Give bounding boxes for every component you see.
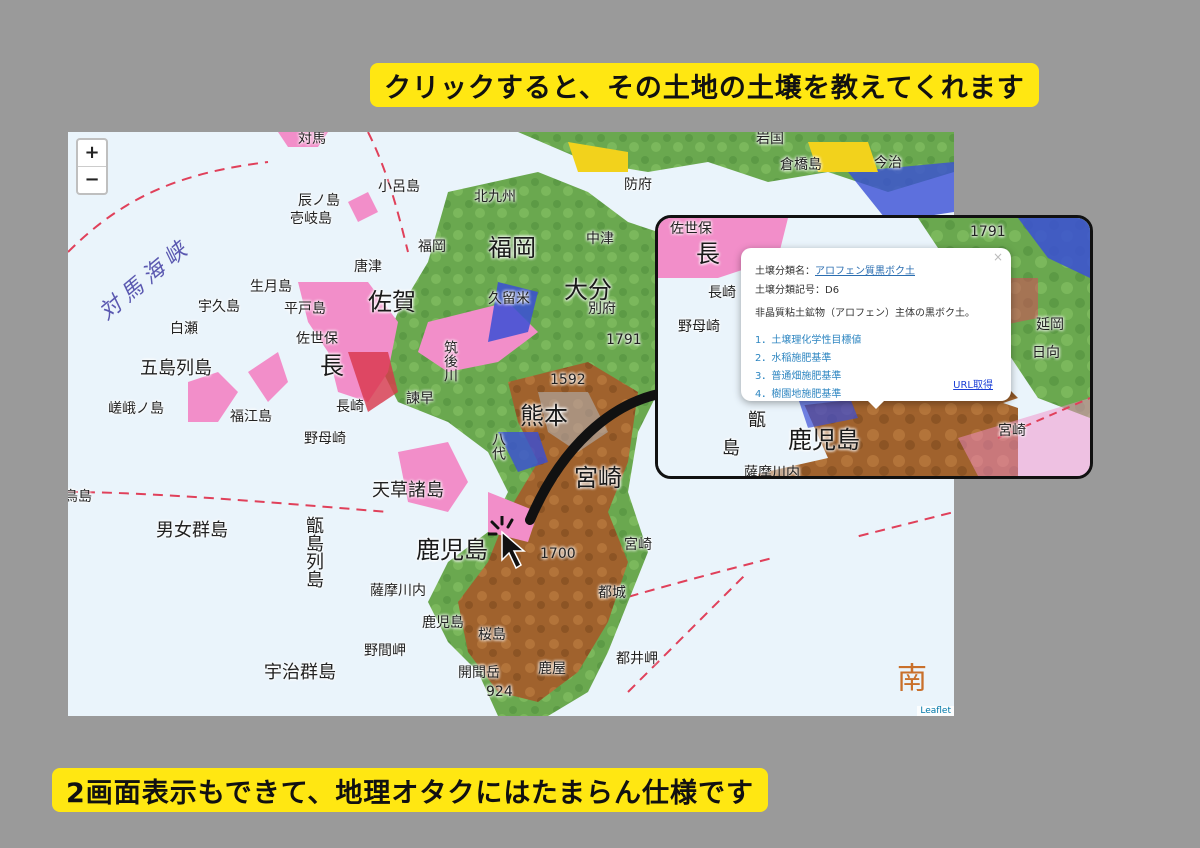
map-label-kitakyushu: 北九州	[474, 189, 516, 205]
map-label-satsumasendai: 薩摩川内	[370, 583, 426, 599]
soil-code-row: 土壌分類記号：D6	[755, 281, 999, 296]
inset-label-nagasaki-pref: 長	[696, 240, 720, 268]
map-label-saga: 佐賀	[368, 288, 416, 316]
get-url-button[interactable]: URL取得	[953, 376, 993, 391]
soil-code-label: 土壌分類記号：	[755, 285, 825, 296]
bottom-caption-banner: 2画面表示もできて、地理オタクにはたまらん仕様です	[52, 768, 769, 812]
map-label-yatsushiro: 八代	[490, 432, 506, 460]
reference-link-2[interactable]: 2．水稲施肥基準	[755, 349, 999, 364]
map-label-nakatsu: 中津	[586, 231, 614, 247]
reference-link-1[interactable]: 1．土壌理化学性目標値	[755, 331, 999, 346]
soil-name-row: 土壌分類名：アロフェン質黒ボク土	[755, 262, 999, 277]
map-label-sasebo: 佐世保	[296, 331, 338, 347]
map-label-minami: 南	[891, 662, 926, 692]
zoomed-map-inset[interactable]: 佐世保 長 長崎 野母崎 延岡 日向 甑 島 鹿児島 宮崎 薩摩川内 1791 …	[655, 215, 1093, 479]
map-label-kagoshima-pref: 鹿児島	[416, 536, 488, 564]
map-label-uji: 宇治群島	[264, 662, 336, 683]
map-label-torishima: 鳥島	[68, 489, 92, 505]
inset-label-peak-1791: 1791	[970, 224, 1006, 240]
inset-label-miyazaki: 宮崎	[998, 423, 1026, 439]
zoom-out-button[interactable]: −	[78, 166, 106, 193]
map-label-imabari: 今治	[874, 155, 902, 171]
map-label-danjo: 男女群島	[156, 520, 228, 541]
map-label-ikishima: 壱岐島	[290, 211, 332, 227]
map-label-nomozaki: 野母崎	[304, 431, 346, 447]
zoom-in-button[interactable]: +	[78, 140, 106, 166]
map-label-saganoshima: 嵯峨ノ島	[108, 401, 164, 417]
map-label-karatsu: 唐津	[354, 259, 382, 275]
map-label-kanoya: 鹿屋	[538, 661, 566, 677]
map-label-nomamisaki: 野間岬	[364, 643, 406, 659]
map-label-toimisaki: 都井岬	[616, 651, 658, 667]
mouse-pointer-icon	[488, 516, 527, 570]
map-label-fukuoka-pref: 福岡	[488, 234, 536, 262]
soil-code-value: D6	[825, 285, 840, 296]
map-label-nagasaki-city: 長崎	[336, 399, 364, 415]
map-label-hirado: 平戸島	[284, 301, 326, 317]
inset-label-hyuga: 日向	[1032, 345, 1060, 361]
inset-label-koshiki: 甑	[748, 410, 766, 431]
map-label-kagoshima-city: 鹿児島	[422, 615, 464, 631]
soil-name-link[interactable]: アロフェン質黒ボク土	[815, 266, 915, 277]
inset-label-nagasaki-city: 長崎	[708, 285, 736, 301]
map-attribution[interactable]: Leaflet	[917, 706, 954, 716]
map-label-kaimon: 開聞岳	[458, 665, 500, 681]
map-label-chikugo: 筑後川	[442, 340, 458, 382]
map-label-shirase: 白瀬	[170, 321, 198, 337]
inset-label-kagoshima: 鹿児島	[788, 426, 860, 454]
popup-close-button[interactable]: ×	[993, 250, 1003, 264]
map-label-fukuoka-city: 福岡	[418, 239, 446, 255]
soil-info-popup: × 土壌分類名：アロフェン質黒ボク土 土壌分類記号：D6 非晶質粘土鉱物（アロフ…	[741, 248, 1011, 409]
map-label-koroshima: 小呂島	[378, 179, 420, 195]
map-label-amakusa: 天草諸島	[372, 480, 444, 501]
inset-label-koshiki-island: 島	[722, 438, 740, 459]
map-label-kurahashi: 倉橋島	[780, 157, 822, 173]
map-label-kurume: 久留米	[488, 291, 530, 307]
map-label-isahaya: 諫早	[406, 391, 434, 407]
map-label-miyakonojo: 都城	[598, 585, 626, 601]
map-label-hofu: 防府	[624, 177, 652, 193]
inset-label-nomozaki: 野母崎	[678, 319, 720, 335]
map-label-nagasaki-pref: 長	[320, 352, 344, 380]
map-label-iwakuni: 岩国	[756, 132, 784, 147]
map-label-sakurajima: 桜島	[478, 627, 506, 643]
map-label-ikitsuki: 生月島	[250, 279, 292, 295]
top-caption-text: クリックすると、その土地の土壌を教えてくれます	[384, 72, 1025, 104]
map-label-tsushima: 対馬	[298, 132, 326, 147]
map-label-ukushima: 宇久島	[198, 299, 240, 315]
map-label-beppu: 別府	[588, 301, 616, 317]
map-label-peak-1791: 1791	[606, 332, 642, 348]
zoom-control: + −	[76, 138, 108, 195]
map-label-peak-924: 924	[486, 684, 513, 700]
top-caption-banner: クリックすると、その土地の土壌を教えてくれます	[370, 63, 1039, 107]
map-label-goto: 五島列島	[140, 358, 212, 379]
map-label-tatsunoshima: 辰ノ島	[298, 193, 340, 209]
map-label-koshiki: 甑島列島	[303, 516, 324, 588]
soil-name-label: 土壌分類名：	[755, 266, 815, 277]
map-label-miyazaki-city: 宮崎	[624, 537, 652, 553]
map-label-fukue: 福江島	[230, 409, 272, 425]
inset-label-nobeoka: 延岡	[1036, 317, 1064, 333]
bottom-caption-text: 2画面表示もできて、地理オタクにはたまらん仕様です	[66, 777, 755, 809]
map-label-peak-1700: 1700	[540, 546, 576, 562]
popup-tip	[868, 401, 884, 409]
inset-label-satsumasendai: 薩摩川内	[744, 465, 800, 479]
soil-description: 非晶質粘土鉱物（アロフェン）主体の黒ボク土。	[755, 308, 975, 319]
